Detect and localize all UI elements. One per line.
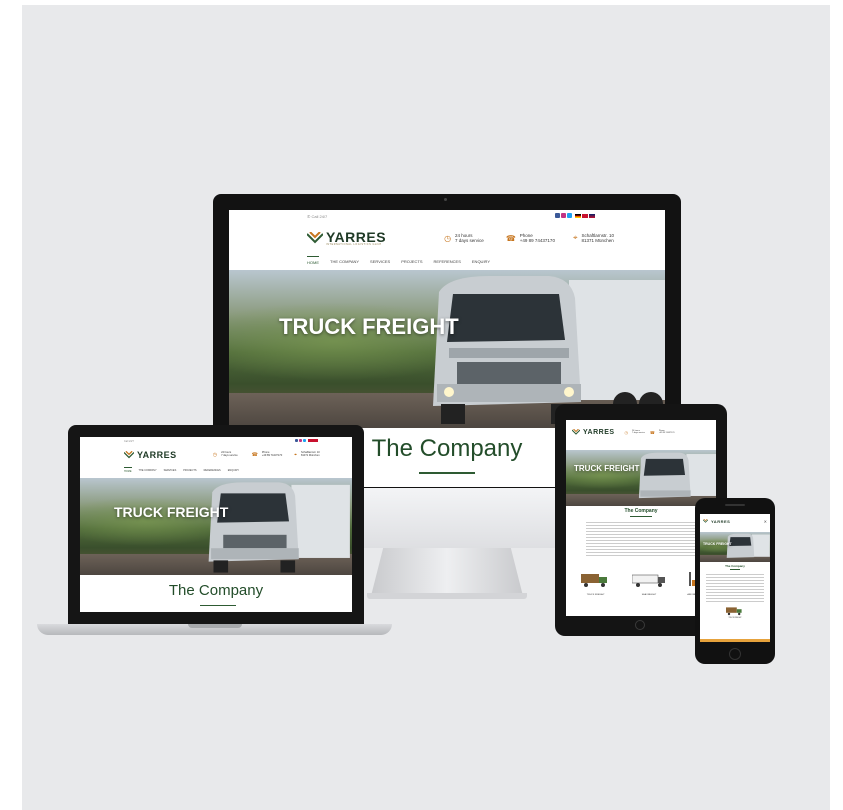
twitter-icon[interactable] — [303, 439, 307, 442]
info-hours: ◷ 24 hours 7 days service — [212, 451, 238, 458]
site-logo[interactable]: YARRES — [703, 519, 730, 524]
services-row: TRUCK FREIGHT SEA FREIGHT AIR FREIGHT — [570, 572, 712, 596]
phone-speaker — [725, 504, 745, 506]
location-icon: ⌖ — [572, 233, 578, 242]
menu-close-icon[interactable]: ✕ — [764, 519, 767, 524]
section-title: The Company — [725, 564, 745, 568]
hero-title: TRUCK FREIGHT — [703, 542, 732, 546]
info-location: ⌖ Schaftlarnstr. 10 81371 München — [294, 451, 320, 458]
monitor-stand — [371, 548, 523, 596]
site-header: YARRES INTERNATIONAL LOGISTICS GmbH ◷ 24 h… — [229, 224, 665, 252]
service-sea[interactable]: SEA FREIGHT — [631, 572, 666, 596]
flag-uk-icon[interactable] — [589, 214, 595, 218]
nav-services[interactable]: SERVICES — [370, 256, 390, 265]
nav-home[interactable]: HOME — [307, 256, 319, 265]
info-location: ⌖ Schaftlarnstr. 10 81371 München — [572, 232, 614, 243]
hero-title: TRUCK FREIGHT — [279, 314, 459, 339]
tablet-screen: YARRES ◷ 24 hours 7 days service ☎ Phone +49… — [566, 420, 716, 616]
instagram-icon[interactable] — [299, 439, 303, 442]
clock-icon: ◷ — [444, 233, 452, 243]
phone-home-button — [729, 648, 741, 660]
section-title: The Company — [624, 508, 658, 514]
truck-image — [208, 482, 350, 573]
phone-screen: YARRES ✕ TRUCK FREIGHT The Company TRUCK… — [700, 514, 770, 642]
title-underline — [419, 472, 475, 474]
info-hours: ◷ 24 hours 7 days service — [624, 429, 645, 435]
nav-company[interactable]: THE COMPANY — [139, 467, 157, 473]
truck-service-icon — [580, 574, 607, 587]
logo-chevron-icon — [572, 429, 580, 435]
clock-icon: ◷ — [212, 452, 218, 458]
nav-projects[interactable]: PROJECTS — [401, 256, 422, 265]
hero-banner: TRUCK FREIGHT — [80, 478, 352, 575]
call-label: ✆ Call 24/7 — [307, 213, 328, 219]
company-paragraph — [586, 522, 696, 558]
social-and-language — [554, 213, 595, 219]
logo-chevron-icon — [307, 232, 323, 244]
main-nav: HOME THE COMPANY SERVICES PROJECTS REFER… — [124, 467, 239, 473]
nav-home[interactable]: HOME — [124, 467, 132, 473]
title-underline — [200, 605, 236, 606]
nav-references[interactable]: REFERENCES — [434, 256, 461, 265]
truck-service-label: TRUCK FREIGHT — [728, 618, 742, 619]
title-underline — [730, 569, 740, 570]
phone-icon: ☎ — [251, 452, 258, 458]
twitter-icon[interactable] — [566, 213, 572, 218]
info-phone: ☎ Phone +49 89 74437170 — [649, 429, 675, 435]
nav-projects[interactable]: PROJECTS — [183, 467, 196, 473]
service-truck[interactable]: TRUCK FREIGHT — [580, 572, 611, 596]
instagram-icon[interactable] — [560, 213, 566, 218]
logo-chevron-icon — [703, 519, 708, 523]
nav-enquiry[interactable]: ENQUIRY — [228, 467, 239, 473]
phone-icon: ☎ — [505, 233, 516, 243]
tablet-home-button — [635, 620, 645, 630]
flag-de-icon[interactable] — [575, 214, 581, 218]
flags-icon[interactable] — [308, 439, 318, 442]
laptop-notch — [188, 624, 242, 628]
laptop-screen: Call 24/7 YARRES ◷ 24 hours 7 days service… — [80, 437, 352, 612]
clock-icon: ◷ — [624, 429, 629, 435]
main-nav: HOME THE COMPANY SERVICES PROJECTS REFER… — [307, 256, 490, 265]
facebook-icon[interactable] — [554, 213, 560, 218]
nav-enquiry[interactable]: ENQUIRY — [472, 256, 490, 265]
site-logo[interactable]: YARRES — [572, 429, 615, 436]
info-phone: ☎ Phone +49 89 74437170 — [251, 451, 283, 458]
section-title: The Company — [168, 582, 264, 599]
nav-company[interactable]: THE COMPANY — [330, 256, 359, 265]
monitor-stand-foot — [367, 593, 527, 599]
flag-other-icon[interactable] — [582, 214, 588, 218]
info-phone: ☎ Phone +49 89 74437170 — [505, 232, 555, 243]
call-label: Call 24/7 — [124, 439, 134, 443]
hero-banner: TRUCK FREIGHT — [700, 532, 770, 562]
site-logo[interactable]: YARRES INTERNATIONAL LOGISTICS GmbH — [307, 230, 386, 247]
logo-chevron-icon — [124, 451, 134, 459]
nav-references[interactable]: REFERENCES — [204, 467, 221, 473]
top-bar: ✆ Call 24/7 — [229, 210, 665, 222]
facebook-icon[interactable] — [295, 439, 299, 442]
nav-services[interactable]: SERVICES — [164, 467, 177, 473]
hero-title: TRUCK FREIGHT — [114, 504, 229, 520]
monitor-camera — [444, 198, 447, 201]
trailer-service-icon — [631, 574, 665, 587]
info-hours: ◷ 24 hours 7 days service — [444, 232, 484, 243]
title-underline — [630, 516, 652, 517]
truck-service-icon — [726, 607, 742, 616]
enquiry-bar[interactable] — [700, 639, 770, 642]
site-logo[interactable]: YARRES — [124, 450, 177, 460]
truck-image — [726, 533, 770, 558]
social-and-language — [294, 439, 318, 443]
hero-banner: TRUCK FREIGHT — [566, 450, 716, 506]
company-paragraph — [706, 574, 764, 602]
phone-icon: ☎ — [649, 429, 655, 435]
hero-title: TRUCK FREIGHT — [574, 464, 640, 473]
location-icon: ⌖ — [294, 452, 297, 458]
